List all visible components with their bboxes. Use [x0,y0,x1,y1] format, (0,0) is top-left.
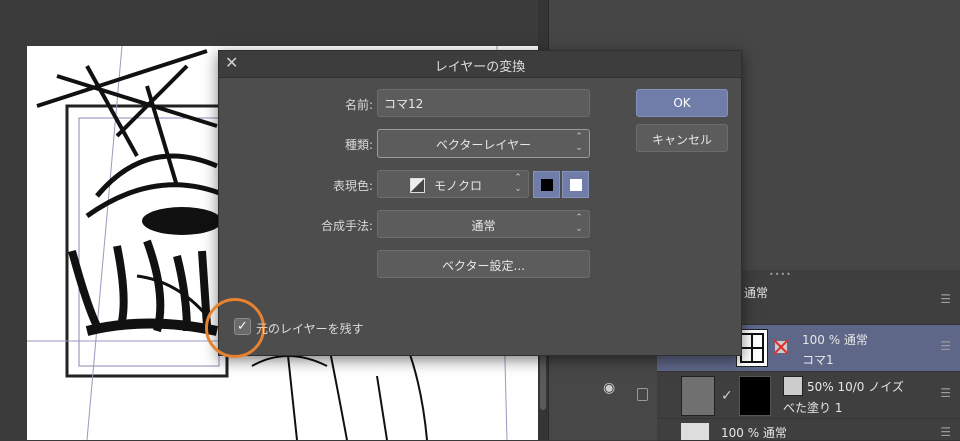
layer-lock-checkbox[interactable] [637,388,648,401]
name-input[interactable]: コマ12 [377,89,590,117]
white-swatch-icon [570,179,582,191]
type-value: ベクターレイヤー [435,138,532,152]
chevron-updown-icon: ⌃ ⌄ [575,132,583,153]
cancel-button[interactable]: キャンセル [636,124,728,152]
layer-menu-icon[interactable]: ☰ [940,339,951,353]
fill-thumbnail [739,376,771,416]
black-swatch-icon [541,179,553,191]
type-select[interactable]: ベクターレイヤー ⌃ ⌄ [377,129,590,158]
blend-value: 通常 [471,219,496,233]
convert-layer-dialog: ✕ レイヤーの変換 名前: コマ12 種類: ベクターレイヤー ⌃ ⌄ 表現色: … [218,50,742,356]
layer-blend-label: 通常 [744,286,769,300]
check-icon[interactable]: ✓ [721,388,733,404]
vector-settings-button[interactable]: ベクター設定... [377,250,590,278]
name-label: 名前: [344,98,373,112]
color-label: 表現色: [332,179,373,193]
layer-opacity-blend: 100 % 通常 [721,426,787,440]
keep-original-label: 元のレイヤーを残す [256,322,364,336]
layer-name: コマ1 [802,353,834,367]
black-color-toggle[interactable] [533,171,560,198]
blend-select[interactable]: 通常 ⌃ ⌄ [377,210,590,238]
keep-original-checkbox[interactable]: ✓ [234,318,251,335]
eye-icon[interactable]: ◉ [603,380,615,396]
layer-opacity-blend: 50% 10/0 ノイズ [807,380,904,394]
color-value: モノクロ [434,179,483,193]
layer-folder-thumbnail [681,376,715,416]
color-select[interactable]: モノクロ ⌃ ⌄ [377,170,529,198]
monochrome-icon [410,178,425,193]
dialog-title: レイヤーの変換 [434,60,526,75]
layer-row-bottom[interactable]: 100 % 通常 ☰ [657,419,960,441]
layer-thumbnail [681,423,709,440]
blend-label: 合成手法: [320,219,373,233]
layer-menu-icon[interactable]: ☰ [940,386,951,400]
layer-name: べた塗り 1 [783,401,843,415]
chevron-updown-icon: ⌃ ⌄ [575,213,583,234]
dialog-titlebar[interactable]: ✕ レイヤーの変換 [219,51,741,78]
layer-menu-icon[interactable]: ☰ [940,425,951,439]
type-label: 種類: [344,138,373,152]
mask-disabled-icon[interactable] [773,339,789,355]
white-color-toggle[interactable] [562,171,589,198]
ok-button[interactable]: OK [636,89,728,117]
layer-opacity-blend: 100 % 通常 [802,333,868,347]
chevron-updown-icon: ⌃ ⌄ [514,173,522,194]
layer-row-fill[interactable]: ✓ 50% 10/0 ノイズ べた塗り 1 ☰ [657,372,960,419]
layer-menu-icon[interactable]: ☰ [940,292,951,306]
noise-texture-icon [783,376,803,396]
